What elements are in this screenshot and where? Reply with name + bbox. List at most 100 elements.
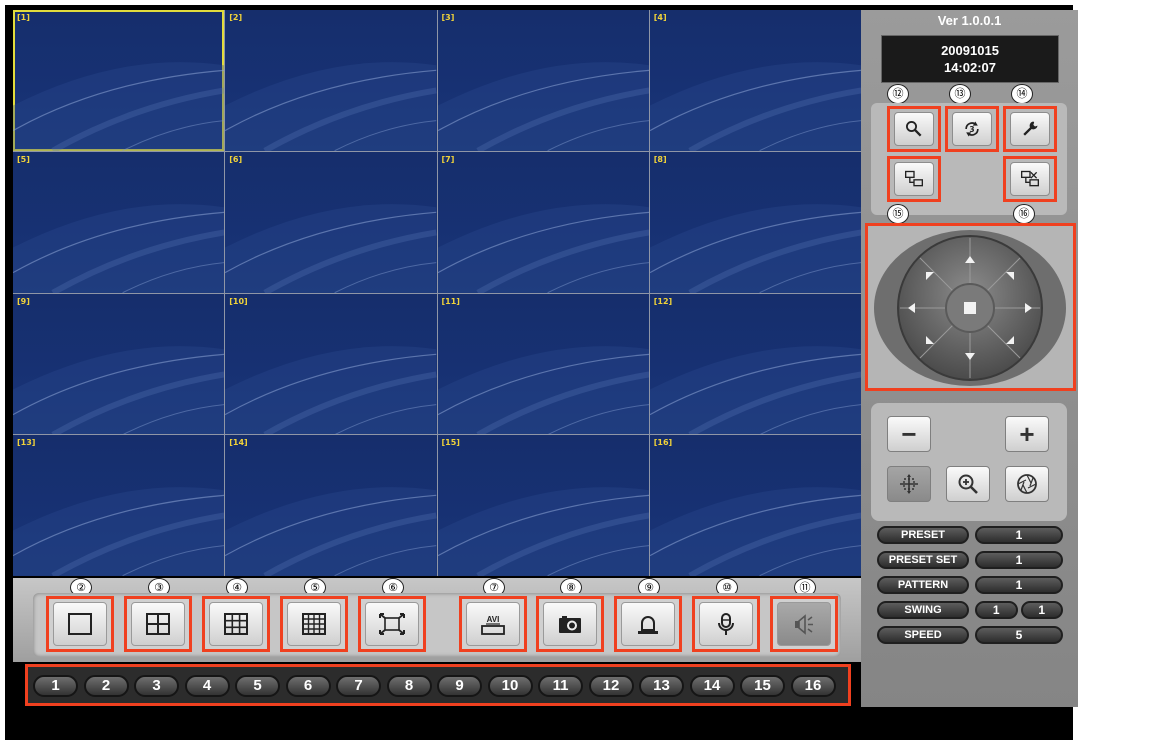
ptz-field-label[interactable]: PRESET SET	[877, 551, 969, 569]
focus-button[interactable]	[887, 466, 931, 502]
channel-button[interactable]: 7	[336, 675, 381, 697]
avi-label: AVI	[487, 615, 500, 624]
channel-button[interactable]: 8	[386, 675, 432, 697]
channel-button[interactable]: 10	[487, 675, 533, 697]
camera-view[interactable]: [4]	[649, 10, 861, 151]
search-button[interactable]	[887, 106, 941, 152]
channel-button[interactable]: 5	[235, 675, 280, 697]
video-background-swoosh	[649, 487, 861, 576]
camera-label: [5]	[17, 154, 30, 164]
playback-button-face: 3	[952, 112, 992, 146]
channel-button[interactable]: 14	[689, 675, 735, 697]
layout-1-button-face	[53, 602, 107, 646]
video-background-swoosh	[225, 345, 437, 435]
channel-button[interactable]: 6	[285, 675, 331, 697]
ptz-field-value[interactable]: 1	[975, 551, 1063, 569]
date-text: 20091015	[941, 43, 999, 58]
snapshot-button-face	[543, 602, 597, 646]
video-background-swoosh	[13, 203, 225, 293]
connect-button-face	[894, 162, 934, 196]
camera-label: [13]	[17, 438, 36, 448]
iris-button[interactable]	[1005, 466, 1049, 502]
channel-button[interactable]: 16	[790, 675, 836, 697]
channel-button[interactable]: 13	[639, 675, 684, 697]
video-background-swoosh	[437, 345, 649, 435]
ptz-stop-button[interactable]	[964, 302, 976, 314]
camera-view[interactable]: [2]	[225, 10, 437, 151]
layout-4-button[interactable]	[124, 596, 192, 652]
callout-12: ⑫	[887, 84, 909, 104]
disconnect-button-face	[1010, 162, 1050, 196]
disconnect-button[interactable]	[1003, 156, 1057, 202]
alarm-button-face	[621, 602, 675, 646]
camera-view[interactable]: [10]	[225, 293, 437, 435]
camera-view[interactable]: [1]	[13, 10, 225, 151]
connect-icon	[905, 170, 923, 187]
camera-view[interactable]: [9]	[13, 293, 225, 435]
ptz-field-label[interactable]: PATTERN	[877, 576, 969, 594]
ptz-field-label[interactable]: SWING	[877, 601, 969, 619]
camera-view[interactable]: [11]	[437, 293, 649, 435]
layout-16-button[interactable]	[280, 596, 348, 652]
ptz-field-value[interactable]: 1	[975, 526, 1063, 544]
channel-button[interactable]: 11	[538, 675, 583, 697]
search-icon	[906, 121, 922, 137]
camera-view[interactable]: [16]	[649, 435, 861, 576]
camera-label: [4]	[653, 13, 667, 22]
control-sidebar: Ver 1.0.0.1 20091015 14:02:07 ⑫ ⑬ ⑭ 3 ⑮ …	[861, 10, 1078, 707]
video-background-swoosh	[649, 62, 861, 151]
speaker-icon	[795, 614, 813, 635]
ptz-field-value[interactable]: 1	[975, 601, 1018, 619]
snapshot-button[interactable]	[536, 596, 604, 652]
zoom-in-icon	[958, 474, 978, 494]
layout-9-button-face	[209, 602, 263, 646]
channel-button[interactable]: 3	[134, 675, 179, 697]
layout-1-button[interactable]	[46, 596, 114, 652]
microphone-button-face	[699, 602, 753, 646]
ptz-field-label[interactable]: SPEED	[877, 626, 969, 644]
zoom-in-button[interactable]: +	[1005, 416, 1049, 452]
channel-button[interactable]: 15	[740, 675, 785, 697]
playback-button[interactable]: 3	[945, 106, 999, 152]
wrench-icon	[1023, 121, 1038, 136]
digital-zoom-button[interactable]	[946, 466, 990, 502]
layout-9-button[interactable]	[202, 596, 270, 652]
zoom-out-button[interactable]: −	[887, 416, 931, 452]
quad-screen-icon	[146, 613, 170, 635]
callout-15: ⑮	[887, 204, 909, 224]
ptz-field-value[interactable]: 5	[975, 626, 1063, 644]
camera-view[interactable]: [13]	[13, 435, 225, 576]
video-background-swoosh	[13, 345, 225, 435]
alarm-button[interactable]	[614, 596, 682, 652]
microphone-button[interactable]	[692, 596, 760, 652]
channel-button[interactable]: 2	[83, 675, 129, 697]
settings-button[interactable]	[1003, 106, 1057, 152]
iris-icon	[1017, 474, 1037, 494]
channel-button[interactable]: 1	[33, 675, 78, 697]
camera-view[interactable]: [15]	[437, 435, 649, 576]
speaker-button[interactable]	[770, 596, 838, 652]
camera-view[interactable]: [14]	[225, 435, 437, 576]
camera-view[interactable]: [7]	[437, 151, 649, 293]
fullscreen-button[interactable]	[358, 596, 426, 652]
camera-view[interactable]: [12]	[649, 293, 861, 435]
channel-button[interactable]: 4	[184, 675, 230, 697]
ptz-field-row: PRESET SET 1	[877, 551, 1067, 569]
camera-view[interactable]: [5]	[13, 151, 225, 293]
camera-label: [12]	[653, 296, 673, 306]
video-background-swoosh	[437, 62, 649, 151]
ptz-field-value[interactable]: 1	[975, 576, 1063, 594]
connect-button[interactable]	[887, 156, 941, 202]
channel-button[interactable]: 9	[437, 675, 482, 697]
svg-text:3: 3	[969, 125, 974, 134]
camera-label: [14]	[229, 438, 248, 448]
camera-view[interactable]: [3]	[437, 10, 649, 151]
camera-view[interactable]: [8]	[649, 151, 861, 293]
ptz-field-value[interactable]: 1	[1020, 601, 1063, 619]
ptz-field-label[interactable]: PRESET	[877, 526, 969, 544]
avi-record-button[interactable]: AVI	[459, 596, 527, 652]
channel-button[interactable]: 12	[588, 675, 634, 697]
search-button-face	[894, 112, 934, 146]
callout-14: ⑭	[1011, 84, 1033, 104]
camera-view[interactable]: [6]	[225, 151, 437, 293]
